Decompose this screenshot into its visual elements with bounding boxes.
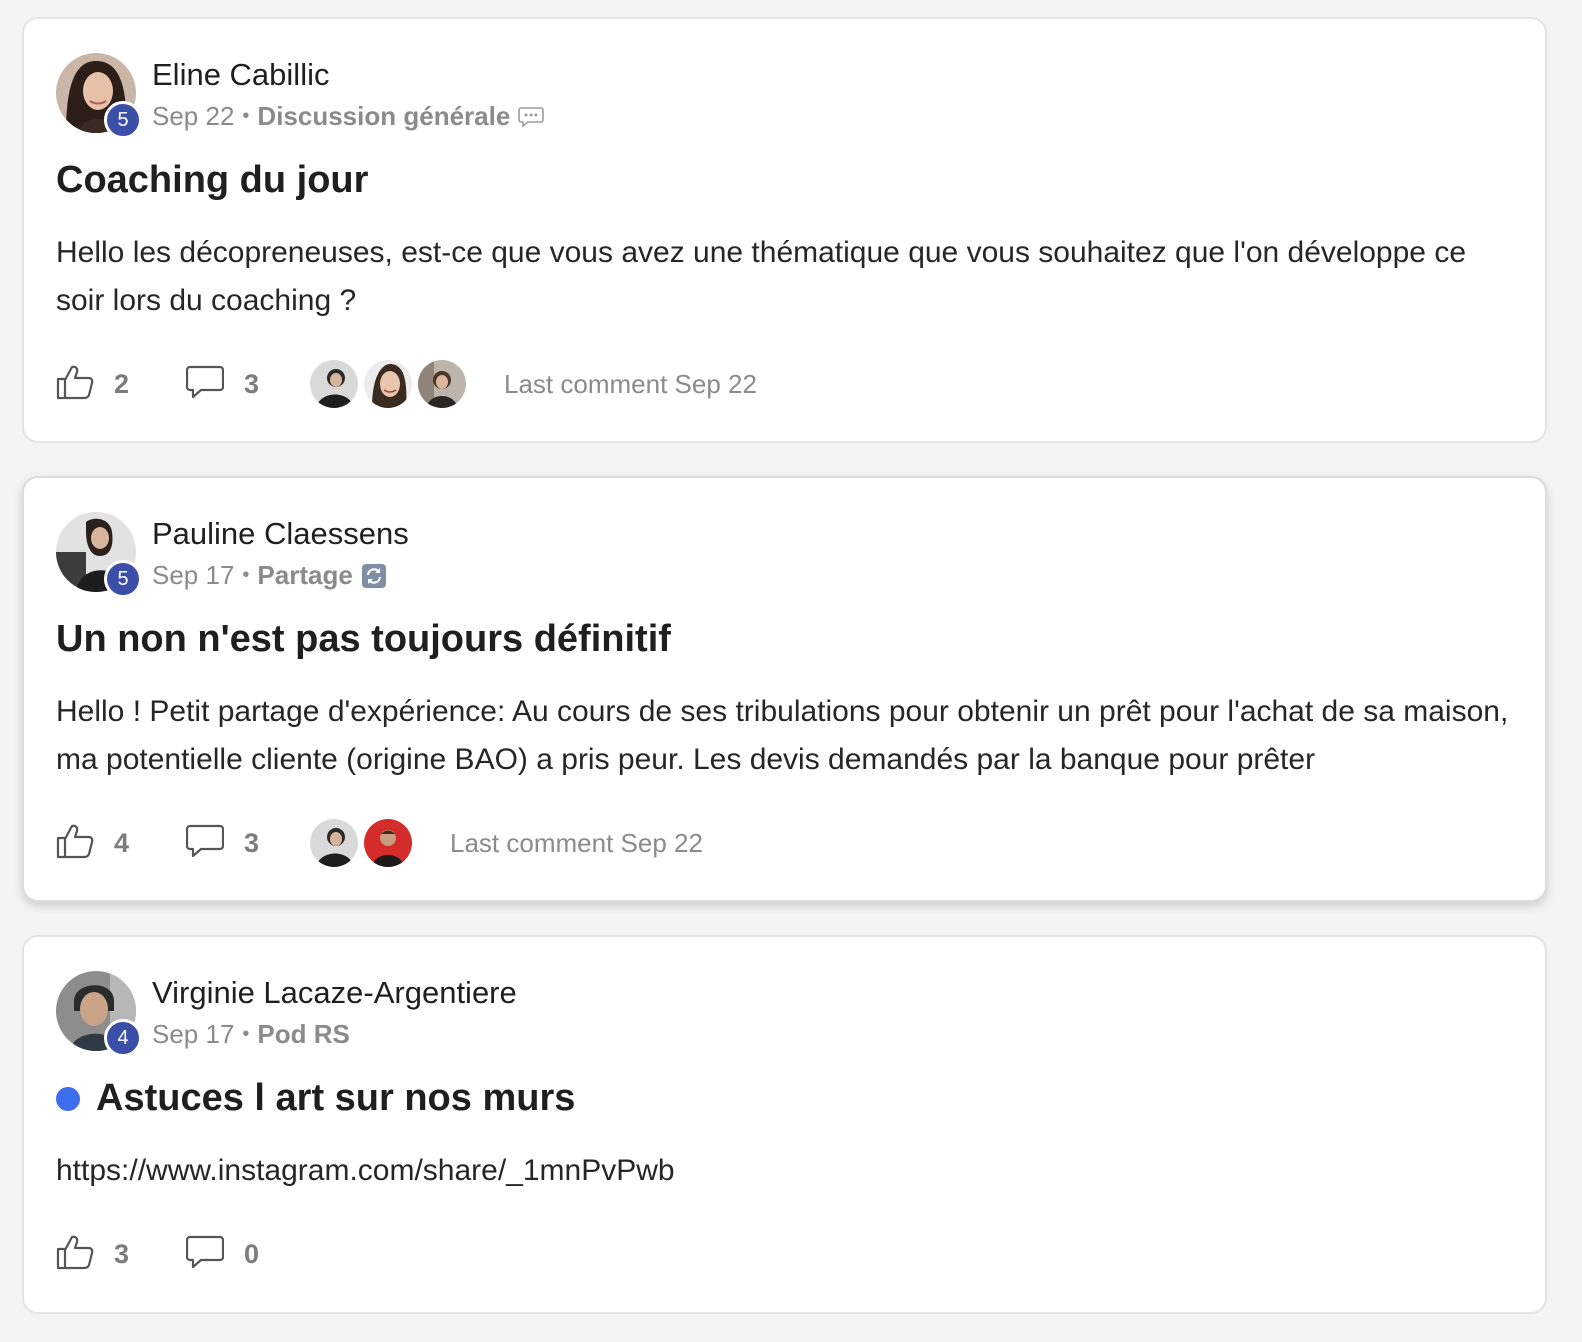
post-meta: Sep 17 • Partage (152, 560, 387, 591)
last-comment-text: Last comment Sep 22 (450, 827, 703, 858)
author-name[interactable]: Virginie Lacaze-Argentiere (152, 975, 517, 1011)
post-author-row: 4 Virginie Lacaze-Argentiere Sep 17 • Po… (56, 971, 1056, 1057)
comment-count: 3 (244, 368, 260, 399)
like-button[interactable]: 2 (56, 364, 186, 405)
comment-button[interactable]: 0 (185, 1235, 308, 1274)
author-name[interactable]: Eline Cabillic (152, 57, 329, 93)
like-count: 4 (114, 827, 130, 858)
thumbs-up-icon (56, 364, 94, 405)
post-category[interactable]: Partage (257, 560, 352, 591)
post-date: Sep 17 (152, 560, 235, 590)
post-card[interactable]: 5 Eline Cabillic Sep 22 • Discussion gén… (22, 17, 1547, 443)
post-date: Sep 22 (152, 101, 235, 131)
meta-separator: • (242, 105, 250, 127)
author-avatar[interactable]: 5 (56, 512, 142, 598)
comment-button[interactable]: 3 (185, 365, 308, 404)
thumbs-up-icon (56, 1234, 94, 1275)
post-body[interactable]: https://www.instagram.com/share/_1mnPvPw… (56, 1147, 1516, 1195)
commenter-avatars[interactable] (308, 358, 470, 410)
meta-separator: • (242, 1023, 250, 1045)
comment-count: 0 (244, 1238, 260, 1269)
post-title[interactable]: Coaching du jour (56, 159, 368, 202)
comment-icon (185, 824, 225, 863)
post-category[interactable]: Pod RS (257, 1019, 349, 1050)
commenter-avatar[interactable] (416, 358, 468, 410)
meta-separator: • (242, 564, 250, 586)
commenter-avatar[interactable] (308, 817, 360, 869)
comment-icon (185, 365, 225, 404)
thumbs-up-icon (56, 823, 94, 864)
post-card[interactable]: 5 Pauline Claessens Sep 17 • Partage Un … (22, 476, 1547, 902)
level-badge: 5 (104, 101, 142, 139)
post-title-text: Un non n'est pas toujours définitif (56, 618, 671, 660)
post-title[interactable]: Un non n'est pas toujours définitif (56, 618, 671, 661)
post-date: Sep 17 (152, 1019, 235, 1049)
level-badge: 5 (104, 560, 142, 598)
comment-count: 3 (244, 827, 260, 858)
author-name[interactable]: Pauline Claessens (152, 516, 409, 552)
author-avatar[interactable]: 5 (56, 53, 142, 139)
like-button[interactable]: 3 (56, 1234, 186, 1275)
comment-button[interactable]: 3 (185, 824, 308, 863)
like-button[interactable]: 4 (56, 823, 186, 864)
commenter-avatar[interactable] (362, 358, 414, 410)
comment-icon (185, 1235, 225, 1274)
unread-indicator (56, 1086, 80, 1111)
post-meta: Sep 17 • Pod RS (152, 1019, 350, 1050)
post-actions: 4 3 Last comment Sep 22 (56, 817, 1056, 869)
post-body[interactable]: Hello ! Petit partage d'expérience: Au c… (56, 688, 1516, 784)
post-body[interactable]: Hello les décopreneuses, est-ce que vous… (56, 229, 1516, 325)
commenter-avatar[interactable] (362, 817, 414, 869)
commenter-avatars[interactable] (308, 817, 416, 869)
post-title-text: Coaching du jour (56, 159, 369, 201)
author-avatar[interactable]: 4 (56, 971, 142, 1057)
post-actions: 2 3 Last comment Sep 22 (56, 358, 1056, 410)
like-count: 2 (114, 368, 130, 399)
post-actions: 3 0 (56, 1229, 1056, 1279)
post-meta: Sep 22 • Discussion générale (152, 101, 545, 132)
like-count: 3 (114, 1238, 130, 1269)
post-title[interactable]: Astuces l art sur nos murs (56, 1077, 575, 1120)
refresh-arrows-icon (361, 563, 387, 589)
post-author-row: 5 Eline Cabillic Sep 22 • Discussion gén… (56, 53, 1056, 139)
level-badge: 4 (104, 1019, 142, 1057)
post-category[interactable]: Discussion générale (257, 101, 510, 132)
commenter-avatar[interactable] (308, 358, 360, 410)
post-title-text: Astuces l art sur nos murs (96, 1077, 576, 1119)
last-comment-text: Last comment Sep 22 (504, 368, 757, 399)
post-card[interactable]: 4 Virginie Lacaze-Argentiere Sep 17 • Po… (22, 935, 1547, 1314)
post-author-row: 5 Pauline Claessens Sep 17 • Partage (56, 512, 1056, 598)
speech-bubble-icon (518, 105, 545, 129)
